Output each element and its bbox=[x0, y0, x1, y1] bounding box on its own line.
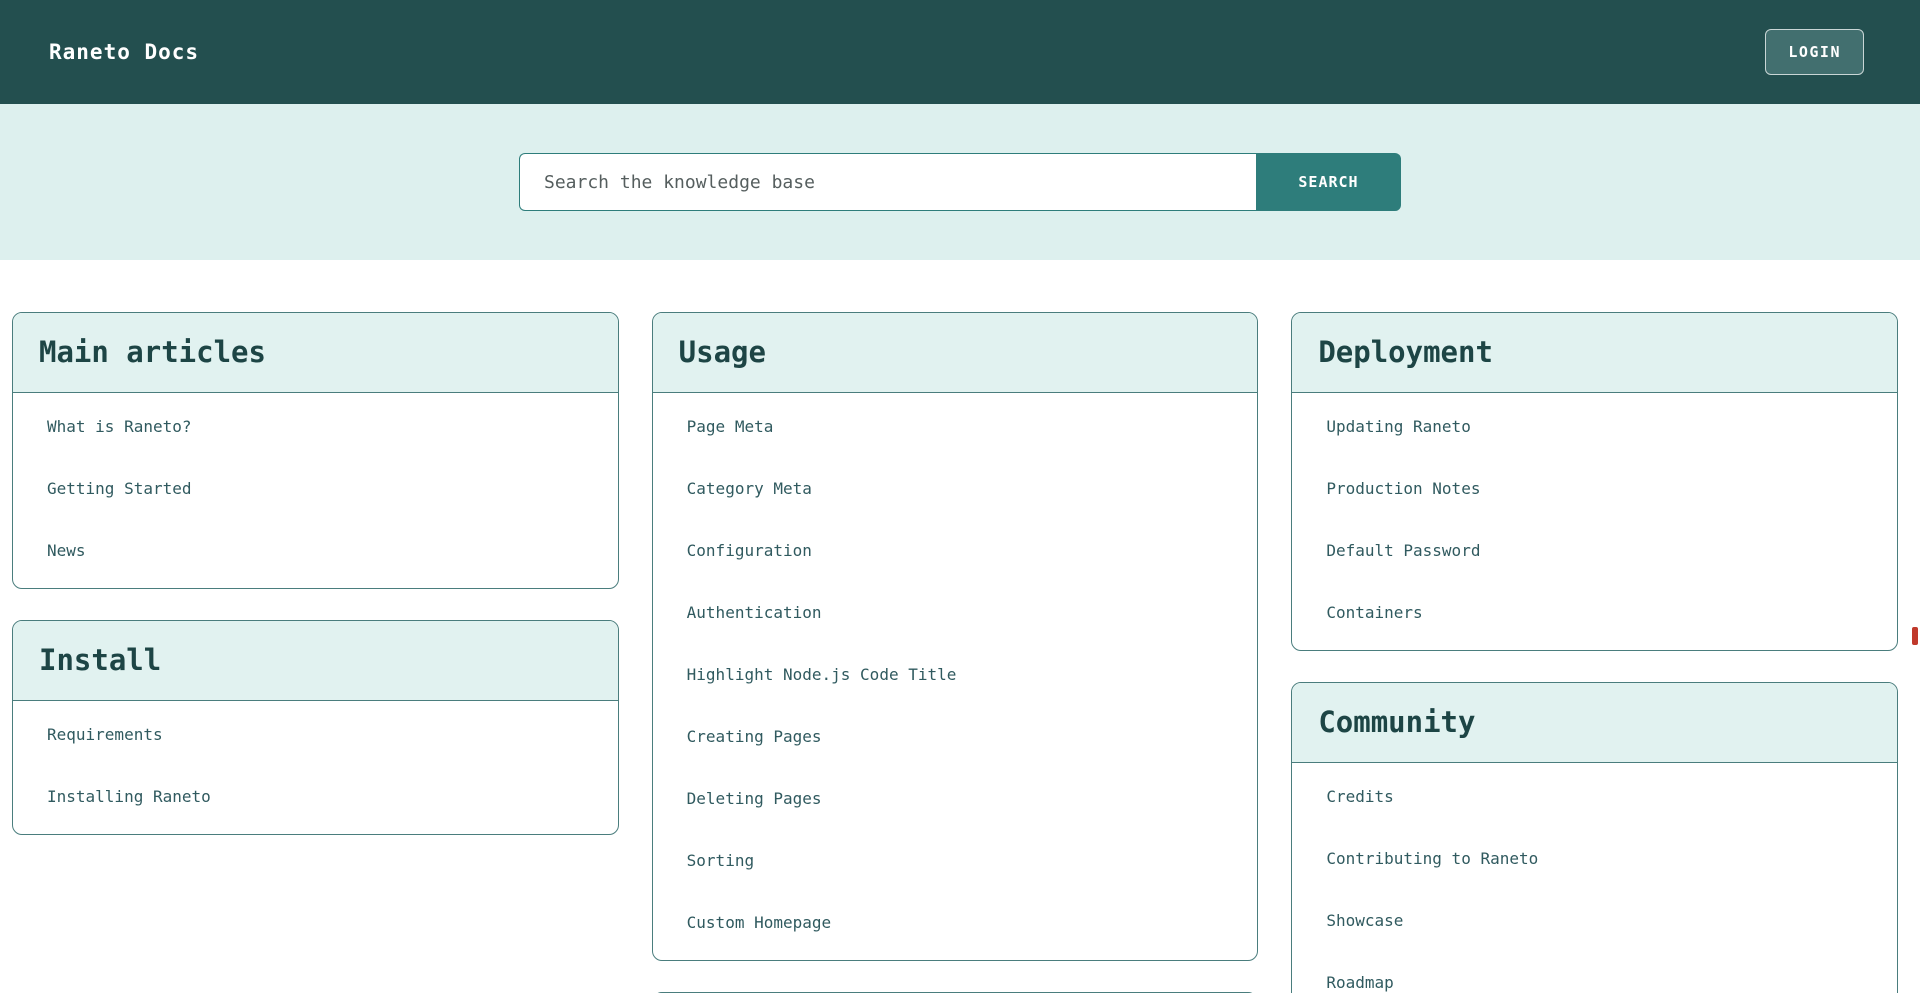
doc-link[interactable]: Deleting Pages bbox=[653, 768, 1258, 830]
doc-link[interactable]: Installing Raneto bbox=[13, 766, 618, 828]
doc-link[interactable]: Showcase bbox=[1292, 890, 1897, 952]
doc-link[interactable]: Production Notes bbox=[1292, 458, 1897, 520]
card-header: Main articles bbox=[13, 313, 618, 393]
card-header: Usage bbox=[653, 313, 1258, 393]
content-grid: Main articles What is Raneto?Getting Star… bbox=[12, 312, 1898, 993]
card-title: Usage bbox=[679, 336, 1232, 369]
card-body: RequirementsInstalling Raneto bbox=[13, 701, 618, 834]
doc-link[interactable]: Creating Pages bbox=[653, 706, 1258, 768]
navbar: Raneto Docs LOGIN bbox=[0, 0, 1920, 104]
brand-title: Raneto Docs bbox=[49, 40, 199, 64]
doc-link[interactable]: Sorting bbox=[653, 830, 1258, 892]
card-title: Deployment bbox=[1318, 336, 1871, 369]
doc-link[interactable]: News bbox=[13, 520, 618, 582]
card-deployment: Deployment Updating RanetoProduction Note… bbox=[1291, 312, 1898, 651]
doc-link[interactable]: Highlight Node.js Code Title bbox=[653, 644, 1258, 706]
card-title: Community bbox=[1318, 706, 1871, 739]
search-group: SEARCH bbox=[519, 153, 1401, 211]
doc-link[interactable]: Category Meta bbox=[653, 458, 1258, 520]
doc-link[interactable]: Configuration bbox=[653, 520, 1258, 582]
doc-link[interactable]: Custom Homepage bbox=[653, 892, 1258, 954]
column-2: Usage Page MetaCategory MetaConfiguration… bbox=[652, 312, 1259, 993]
card-header: Community bbox=[1292, 683, 1897, 763]
card-header: Deployment bbox=[1292, 313, 1897, 393]
card-install: Install RequirementsInstalling Raneto bbox=[12, 620, 619, 835]
doc-link[interactable]: Containers bbox=[1292, 582, 1897, 644]
doc-link[interactable]: Roadmap bbox=[1292, 952, 1897, 993]
doc-link[interactable]: Default Password bbox=[1292, 520, 1897, 582]
card-usage: Usage Page MetaCategory MetaConfiguration… bbox=[652, 312, 1259, 961]
scrollbar-marker[interactable] bbox=[1912, 627, 1918, 645]
column-1: Main articles What is Raneto?Getting Star… bbox=[12, 312, 619, 866]
doc-link[interactable]: Contributing to Raneto bbox=[1292, 828, 1897, 890]
search-button[interactable]: SEARCH bbox=[1256, 153, 1401, 211]
doc-link[interactable]: Credits bbox=[1292, 766, 1897, 828]
card-header: Install bbox=[13, 621, 618, 701]
doc-link[interactable]: Getting Started bbox=[13, 458, 618, 520]
doc-link[interactable]: Updating Raneto bbox=[1292, 396, 1897, 458]
search-band: SEARCH bbox=[0, 104, 1920, 260]
card-body: CreditsContributing to RanetoShowcaseRoa… bbox=[1292, 763, 1897, 993]
card-body: Page MetaCategory MetaConfigurationAuthe… bbox=[653, 393, 1258, 960]
doc-link[interactable]: Requirements bbox=[13, 704, 618, 766]
card-community: Community CreditsContributing to RanetoSh… bbox=[1291, 682, 1898, 993]
doc-link[interactable]: What is Raneto? bbox=[13, 396, 618, 458]
login-button[interactable]: LOGIN bbox=[1765, 29, 1864, 75]
card-body: Updating RanetoProduction NotesDefault P… bbox=[1292, 393, 1897, 650]
card-body: What is Raneto?Getting StartedNews bbox=[13, 393, 618, 588]
column-3: Deployment Updating RanetoProduction Note… bbox=[1291, 312, 1898, 993]
doc-link[interactable]: Authentication bbox=[653, 582, 1258, 644]
card-main-articles: Main articles What is Raneto?Getting Star… bbox=[12, 312, 619, 589]
doc-link[interactable]: Page Meta bbox=[653, 396, 1258, 458]
card-title: Main articles bbox=[39, 336, 592, 369]
search-input[interactable] bbox=[519, 153, 1256, 211]
card-title: Install bbox=[39, 644, 592, 677]
